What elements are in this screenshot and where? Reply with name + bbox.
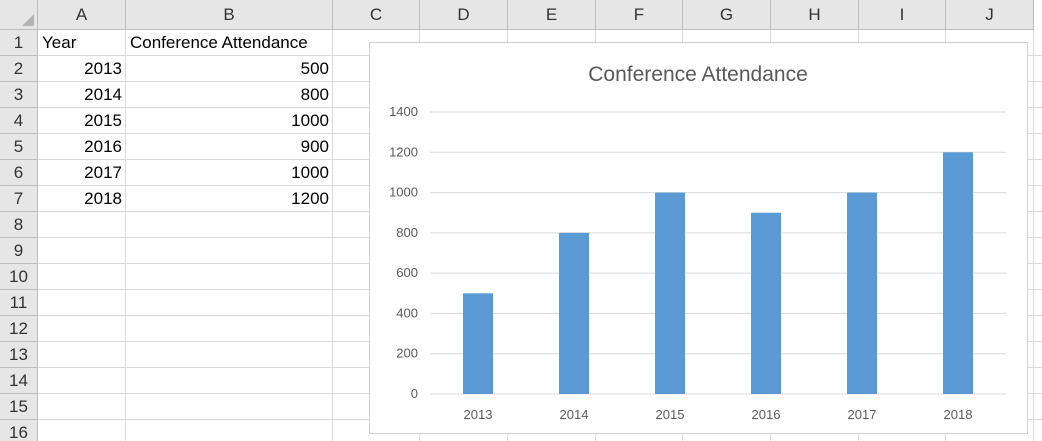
y-tick-label: 600 bbox=[396, 265, 418, 280]
bar-2018[interactable] bbox=[943, 152, 973, 394]
cell-A3[interactable]: 2014 bbox=[38, 82, 126, 108]
row-header-7[interactable]: 7 bbox=[0, 186, 38, 212]
x-tick-label: 2016 bbox=[752, 407, 781, 422]
row-header-12[interactable]: 12 bbox=[0, 316, 38, 342]
column-header-b[interactable]: B bbox=[126, 0, 333, 30]
chart-x-axis: 2013 2014 2015 2016 2017 2018 bbox=[464, 407, 973, 422]
cell-B4[interactable]: 1000 bbox=[126, 108, 333, 134]
cell-A7[interactable]: 2018 bbox=[38, 186, 126, 212]
column-header-a[interactable]: A bbox=[38, 0, 126, 30]
chart-gridlines bbox=[430, 111, 1006, 395]
chart-canvas: Conference Attendance 0 200 400 600 800 1000 1… bbox=[389, 63, 1006, 422]
column-gridline bbox=[1033, 30, 1034, 441]
bar-2017[interactable] bbox=[847, 192, 877, 394]
column-header-i[interactable]: I bbox=[859, 0, 946, 30]
select-all-triangle-icon bbox=[22, 14, 34, 26]
y-tick-label: 200 bbox=[396, 346, 418, 361]
cell-A5[interactable]: 2016 bbox=[38, 134, 126, 160]
row-header-11[interactable]: 11 bbox=[0, 290, 38, 316]
x-tick-label: 2013 bbox=[464, 407, 493, 422]
column-header-f[interactable]: F bbox=[596, 0, 683, 30]
cell-A2[interactable]: 2013 bbox=[38, 56, 126, 82]
cell-A1[interactable]: Year bbox=[38, 30, 126, 56]
row-header-15[interactable]: 15 bbox=[0, 394, 38, 420]
row-header-13[interactable]: 13 bbox=[0, 342, 38, 368]
cell-A6[interactable]: 2017 bbox=[38, 160, 126, 186]
row-header-2[interactable]: 2 bbox=[0, 56, 38, 82]
chart-y-axis: 0 200 400 600 800 1000 1200 1400 bbox=[389, 104, 418, 401]
cell-B5[interactable]: 900 bbox=[126, 134, 333, 160]
row-header-10[interactable]: 10 bbox=[0, 264, 38, 290]
y-tick-label: 1000 bbox=[389, 185, 418, 200]
y-tick-label: 1400 bbox=[389, 104, 418, 119]
y-tick-label: 1200 bbox=[389, 144, 418, 159]
row-header-5[interactable]: 5 bbox=[0, 134, 38, 160]
cell-B1[interactable]: Conference Attendance bbox=[126, 30, 341, 56]
row-header-3[interactable]: 3 bbox=[0, 82, 38, 108]
cell-A4[interactable]: 2015 bbox=[38, 108, 126, 134]
bar-2016[interactable] bbox=[751, 212, 781, 394]
column-header-c[interactable]: C bbox=[333, 0, 420, 30]
x-tick-label: 2018 bbox=[944, 407, 973, 422]
column-header-g[interactable]: G bbox=[683, 0, 771, 30]
y-tick-label: 0 bbox=[411, 386, 418, 401]
y-tick-label: 800 bbox=[396, 225, 418, 240]
cell-B2[interactable]: 500 bbox=[126, 56, 333, 82]
row-header-8[interactable]: 8 bbox=[0, 212, 38, 238]
select-all-button[interactable] bbox=[0, 0, 38, 30]
bar-2015[interactable] bbox=[655, 192, 685, 394]
spreadsheet: ABCDEFGHIJ 1 2 3 4 5 6 7 8 9 10 11 12 13 14 15 16 Year … bbox=[0, 0, 1042, 441]
cell-B6[interactable]: 1000 bbox=[126, 160, 333, 186]
cell-B3[interactable]: 800 bbox=[126, 82, 333, 108]
x-tick-label: 2015 bbox=[656, 407, 685, 422]
bar-2013[interactable] bbox=[463, 293, 493, 394]
column-header-j[interactable]: J bbox=[946, 0, 1034, 30]
column-header-h[interactable]: H bbox=[771, 0, 859, 30]
row-header-6[interactable]: 6 bbox=[0, 160, 38, 186]
row-header-1[interactable]: 1 bbox=[0, 30, 38, 56]
y-tick-label: 400 bbox=[396, 305, 418, 320]
attendance-chart[interactable]: Conference Attendance 0 200 400 600 800 1000 1… bbox=[369, 42, 1028, 434]
column-header-d[interactable]: D bbox=[420, 0, 508, 30]
row-header-16[interactable]: 16 bbox=[0, 420, 38, 441]
x-tick-label: 2014 bbox=[560, 407, 589, 422]
bar-2014[interactable] bbox=[559, 232, 589, 394]
cell-B7[interactable]: 1200 bbox=[126, 186, 333, 212]
row-header-14[interactable]: 14 bbox=[0, 368, 38, 394]
x-tick-label: 2017 bbox=[848, 407, 877, 422]
row-header-9[interactable]: 9 bbox=[0, 238, 38, 264]
chart-title: Conference Attendance bbox=[588, 63, 808, 86]
column-header-e[interactable]: E bbox=[508, 0, 596, 30]
row-header-4[interactable]: 4 bbox=[0, 108, 38, 134]
